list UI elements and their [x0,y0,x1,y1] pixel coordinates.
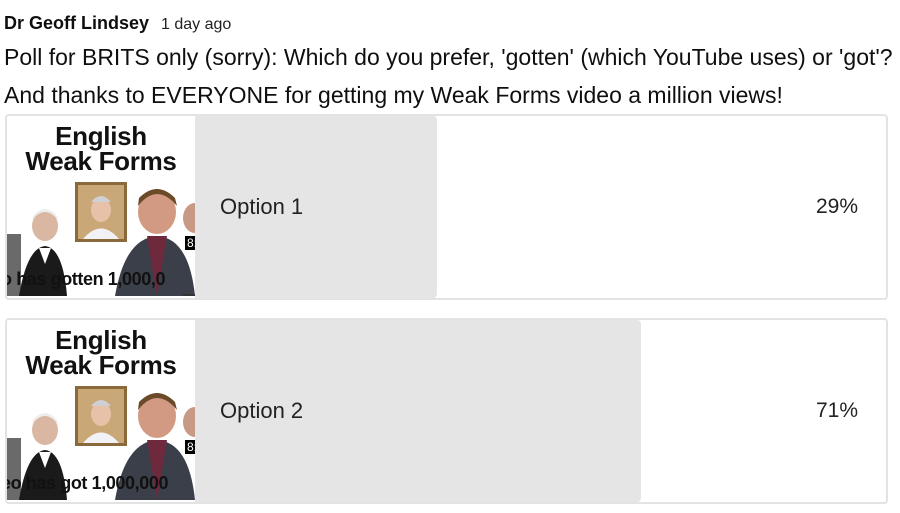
poll-option-1[interactable]: English Weak Forms 8: o [5,114,888,300]
option-2-percentage: 71% [815,399,858,422]
thumbnail-title: English Weak Forms [7,123,195,176]
poll-option-2[interactable]: English Weak Forms 8: eo has got 1,000,0… [5,318,888,504]
post-text-line-2: And thanks to EVERYONE for getting my We… [4,82,783,108]
author-name[interactable]: Dr Geoff Lindsey [4,13,149,34]
option-1-thumbnail: English Weak Forms 8: o [7,116,195,298]
duration-badge: 8: [185,440,195,454]
option-1-label: Option 1 [220,194,304,219]
thumbnail-title-line-2: Weak Forms [25,146,177,176]
option-2-label: Option 2 [220,398,304,423]
thumbnail-caption: eo has got 1,000,000 [7,473,169,493]
post-timestamp[interactable]: 1 day ago [161,16,231,34]
option-1-percentage: 29% [815,195,858,218]
thumbnail-title: English Weak Forms [7,327,195,380]
thumbnail-title-line-2: Weak Forms [25,350,177,380]
thumbnail-caption: o has gotten 1,000,0 [7,269,166,289]
option-2-thumbnail: English Weak Forms 8: eo has got 1,000,0… [7,320,195,502]
post-header: Dr Geoff Lindsey 1 day ago [4,13,231,34]
duration-badge: 8: [185,236,195,250]
post-text-line-1: Poll for BRITS only (sorry): Which do yo… [4,44,893,70]
